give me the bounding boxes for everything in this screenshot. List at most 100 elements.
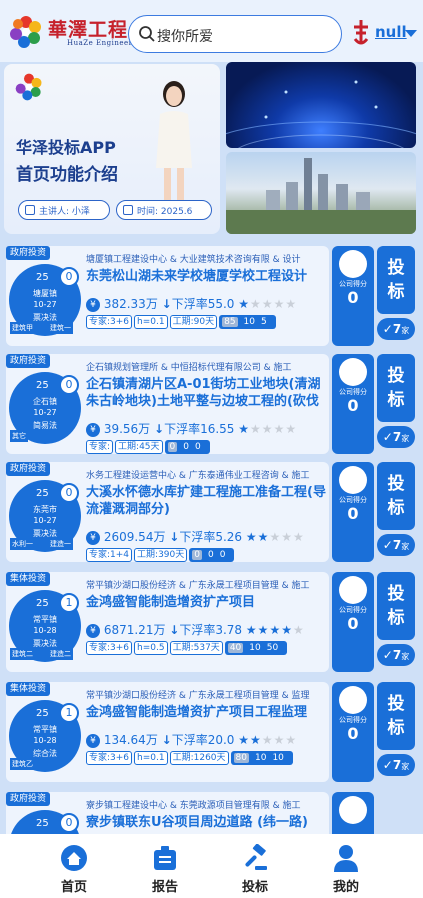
company-score-panel[interactable]: 公司得分 0 bbox=[332, 354, 374, 454]
search-icon bbox=[139, 26, 155, 42]
star-icon: ★ bbox=[245, 530, 258, 544]
weight-value: 80 bbox=[233, 753, 249, 763]
search-input[interactable]: 搜你所爱 bbox=[128, 15, 342, 53]
nav-item-home[interactable]: 首页 bbox=[24, 834, 124, 898]
bid-button[interactable]: 投标 bbox=[377, 462, 415, 530]
star-icon: ★ bbox=[250, 297, 262, 311]
project-info[interactable]: 政府投资 25 0 企石镇 10-27 简易法 其它 企石镇规划管理所 & 中恒招标代理有限公… bbox=[6, 354, 329, 454]
dial-date: 10-27 bbox=[33, 300, 57, 309]
qualification-tag: 建筑二 bbox=[10, 648, 35, 660]
project-info[interactable]: 政府投资 25 0 塘厦镇 10-27 票决法 建筑甲 建筑一 塘厦镇工程建设中心 & 大业建筑… bbox=[6, 246, 329, 346]
bid-button[interactable]: 投标 bbox=[377, 246, 415, 314]
project-title[interactable]: 大溪水怀德水库扩建工程施工准备工程(导流灌溉洞部分) bbox=[86, 484, 326, 518]
dial-date: 10-28 bbox=[33, 736, 57, 745]
project-title[interactable]: 寮步镇联东U谷项目周边道路 (纬一路) bbox=[86, 814, 326, 831]
gavel-icon bbox=[245, 844, 267, 870]
score-weight-bar: 000 bbox=[189, 548, 235, 562]
company-score-panel[interactable]: 公司得分 0 bbox=[332, 462, 374, 562]
project-price: 2609.54万 bbox=[103, 530, 166, 544]
info-tag: 专家:3+6 bbox=[86, 751, 133, 765]
dial-number: 25 bbox=[36, 598, 49, 609]
project-info[interactable]: 集体投资 25 1 常平镇 10-28 票决法 建筑二 建造二 常平镇沙湖口股份经济 & 广东永… bbox=[6, 572, 329, 672]
bid-panel: 投标 ✓7家 bbox=[377, 462, 415, 562]
project-info[interactable]: 集体投资 25 1 常平镇 10-28 综合法 建筑乙 常平镇沙湖口股份经济 & 广东永晟工程… bbox=[6, 682, 329, 782]
tower-icon bbox=[339, 796, 367, 824]
project-price: 6871.21万 bbox=[103, 623, 166, 637]
company-score-panel[interactable]: 公司得分 0 bbox=[332, 572, 374, 672]
price-row: ¥ 382.33万 ↓下浮率55.0 ★★★★★ bbox=[86, 295, 297, 313]
project-card[interactable]: 集体投资 25 1 常平镇 10-28 综合法 建筑乙 常平镇沙湖口股份经济 & 广东永晟工程… bbox=[4, 682, 419, 782]
intro-banner[interactable]: 华泽投标APP 首页功能介绍 主讲人: 小泽 时间: 2025.6 bbox=[4, 64, 220, 234]
skyline-icon bbox=[226, 158, 416, 234]
chevron-down-icon[interactable] bbox=[405, 30, 417, 37]
project-title[interactable]: 企石镇清湖片区A-01街坊工业地块(清湖朱古岭地块)土地平整与边坡工程的(砍伐 bbox=[86, 376, 326, 410]
banner-title: 华泽投标APP bbox=[16, 138, 116, 157]
city-selector[interactable]: null bbox=[375, 23, 407, 41]
bidder-count-value: 7 bbox=[392, 322, 402, 336]
company-score-panel[interactable]: 公司得分 0 bbox=[332, 682, 374, 782]
nav-item-report[interactable]: 报告 bbox=[115, 834, 215, 898]
bid-button[interactable]: 投标 bbox=[377, 354, 415, 422]
project-card[interactable]: 集体投资 25 1 常平镇 10-28 票决法 建筑二 建造二 常平镇沙湖口股份经济 & 广东永… bbox=[4, 572, 419, 672]
investment-type-badge: 政府投资 bbox=[6, 354, 51, 368]
tag-row: 专家: 工期:45天 0 0 0 bbox=[86, 440, 210, 454]
tag-row: 专家:3+6 h=0.1 工期:90天 85 10 5 bbox=[86, 315, 276, 329]
dial-badge: 0 bbox=[59, 813, 79, 833]
qualification-tag: 建筑甲 bbox=[10, 322, 35, 334]
down-rate: 下浮率5.26 bbox=[179, 530, 243, 544]
yen-icon: ¥ bbox=[86, 734, 100, 748]
score-value: 0 bbox=[347, 288, 359, 307]
nav-item-mine[interactable]: 我的 bbox=[296, 834, 396, 898]
project-info[interactable]: 政府投资 25 0 东莞市 10-27 票决法 水利一 建造一 水务工程建设运营中心 & 广东泰… bbox=[6, 462, 329, 562]
check-icon: ✓ bbox=[382, 430, 393, 444]
dial-date: 10-27 bbox=[33, 408, 57, 417]
star-icon: ★ bbox=[273, 422, 286, 436]
rating-stars: ★★★★★ bbox=[246, 530, 305, 544]
bidder-count[interactable]: ✓7家 bbox=[377, 644, 415, 666]
tech-banner-image[interactable] bbox=[226, 62, 416, 148]
city-skyline-image[interactable] bbox=[226, 152, 416, 234]
network-globe-icon bbox=[226, 80, 416, 148]
weight-value: 10 bbox=[249, 643, 261, 653]
project-title[interactable]: 东莞松山湖未来学校塘厦学校工程设计 bbox=[86, 268, 326, 285]
city-location-icon[interactable] bbox=[350, 17, 372, 47]
project-title[interactable]: 金鸿盛智能制造增资扩产项目 bbox=[86, 594, 326, 611]
star-icon: ★ bbox=[273, 733, 286, 747]
star-icon: ★ bbox=[238, 422, 251, 436]
company-score-panel[interactable]: 公司得分 0 bbox=[332, 246, 374, 346]
nav-item-bid[interactable]: 投标 bbox=[205, 834, 305, 898]
bidder-count[interactable]: ✓7家 bbox=[377, 318, 415, 340]
info-tag: h=0.5 bbox=[134, 641, 168, 655]
star-icon: ★ bbox=[238, 733, 251, 747]
star-icon: ★ bbox=[261, 733, 274, 747]
flower-logo-icon bbox=[15, 73, 42, 101]
nav-label: 投标 bbox=[241, 880, 268, 895]
bid-panel: 投标 ✓7家 bbox=[377, 572, 415, 672]
check-icon: ✓ bbox=[382, 322, 393, 336]
tag-row: 专家:3+6 h=0.5 工期:537天 40 10 50 bbox=[86, 641, 288, 655]
project-card[interactable]: 政府投资 25 0 企石镇 10-27 简易法 其它 企石镇规划管理所 & 中恒招标代理有限公… bbox=[4, 354, 419, 454]
rating-stars: ★★★★★ bbox=[238, 297, 297, 311]
weight-value: 0 bbox=[195, 442, 201, 452]
score-value: 0 bbox=[347, 504, 359, 523]
star-icon: ★ bbox=[245, 623, 258, 637]
info-tag: 工期:90天 bbox=[169, 315, 218, 329]
host-pill: 主讲人: 小泽 bbox=[18, 200, 110, 220]
project-card[interactable]: 政府投资 25 0 塘厦镇 10-27 票决法 建筑甲 建筑一 塘厦镇工程建设中心 & 大业建筑… bbox=[4, 246, 419, 346]
bidder-count[interactable]: ✓7家 bbox=[377, 534, 415, 556]
project-title[interactable]: 金鸿盛智能制造增资扩产项目工程监理 bbox=[86, 704, 326, 721]
bid-button[interactable]: 投标 bbox=[377, 682, 415, 750]
bidder-count-value: 7 bbox=[392, 430, 402, 444]
bid-button[interactable]: 投标 bbox=[377, 572, 415, 640]
score-weight-bar: 85 10 5 bbox=[219, 315, 276, 329]
price-row: ¥ 6871.21万 ↓下浮率3.78 ★★★★★ bbox=[86, 621, 305, 639]
presenter-image bbox=[156, 81, 192, 208]
dial-town: 企石镇 bbox=[33, 397, 57, 406]
rating-stars: ★★★★★ bbox=[238, 733, 297, 747]
bidder-count[interactable]: ✓7家 bbox=[377, 754, 415, 776]
tower-icon bbox=[339, 466, 367, 494]
weight-value: 0 bbox=[192, 550, 202, 560]
dial-badge: 0 bbox=[59, 483, 79, 503]
bidder-count[interactable]: ✓7家 bbox=[377, 426, 415, 448]
project-card[interactable]: 政府投资 25 0 东莞市 10-27 票决法 水利一 建造一 水务工程建设运营中心 & 广东泰… bbox=[4, 462, 419, 562]
